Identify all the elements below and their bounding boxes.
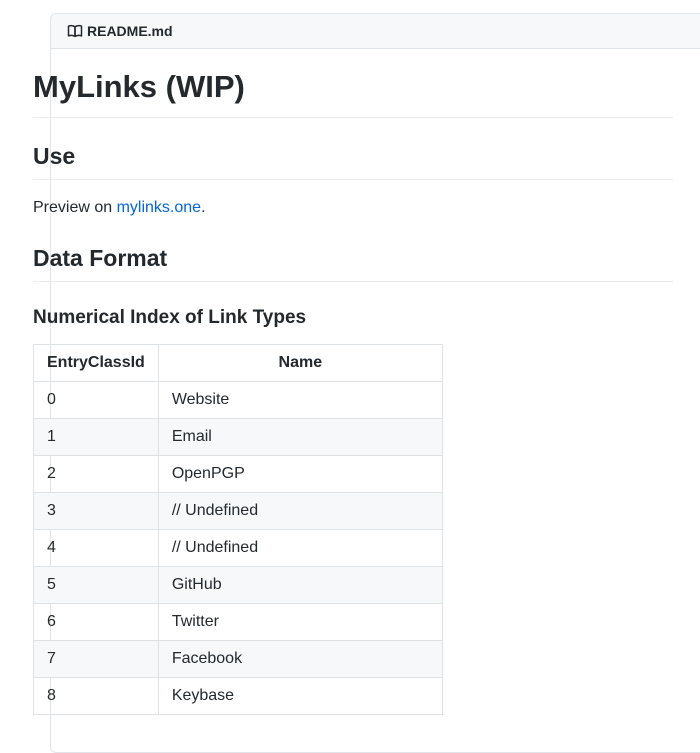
page-title: MyLinks (WIP): [33, 35, 673, 118]
entry-class-id-cell: 4: [33, 529, 159, 567]
table-row: 6 Twitter: [33, 603, 443, 641]
name-cell: Email: [157, 418, 443, 456]
preview-paragraph: Preview on mylinks.one.: [33, 196, 673, 220]
use-heading: Use: [33, 118, 673, 180]
mylinks-link[interactable]: mylinks.one: [117, 199, 201, 216]
name-cell: Twitter: [157, 603, 443, 641]
name-cell: // Undefined: [157, 529, 443, 567]
table-row: 0 Website: [33, 381, 443, 419]
entry-class-id-cell: 3: [33, 492, 159, 530]
entry-class-id-cell: 0: [33, 381, 159, 419]
link-types-table: EntryClassId Name 0 Website 1 Email 2 OpenP…: [33, 344, 443, 715]
name-cell: Website: [157, 381, 443, 419]
name-cell: Keybase: [157, 677, 443, 715]
entry-class-id-header: EntryClassId: [33, 344, 159, 382]
preview-suffix: .: [201, 199, 206, 216]
entry-class-id-cell: 6: [33, 603, 159, 641]
name-cell: // Undefined: [157, 492, 443, 530]
readme-content: MyLinks (WIP) Use Preview on mylinks.one…: [33, 35, 673, 715]
name-cell: OpenPGP: [157, 455, 443, 493]
table-row: 4// Undefined: [33, 529, 443, 567]
preview-text: Preview on: [33, 199, 117, 216]
table-row: 5 GitHub: [33, 566, 443, 604]
entry-class-id-cell: 7: [33, 640, 159, 678]
name-cell: GitHub: [157, 566, 443, 604]
entry-class-id-cell: 1: [33, 418, 159, 456]
table-row: 2 OpenPGP: [33, 455, 443, 493]
entry-class-id-cell: 2: [33, 455, 159, 493]
table-row: 3// Undefined: [33, 492, 443, 530]
data-format-heading: Data Format: [33, 220, 673, 282]
table-header-row: EntryClassId Name: [33, 344, 443, 382]
table-row: 7 Facebook: [33, 640, 443, 678]
name-cell: Facebook: [157, 640, 443, 678]
entry-class-id-cell: 8: [33, 677, 159, 715]
name-header: Name: [157, 344, 443, 382]
entry-class-id-cell: 5: [33, 566, 159, 604]
table-row: 1 Email: [33, 418, 443, 456]
link-types-heading: Numerical Index of Link Types: [33, 307, 307, 328]
table-row: 8 Keybase: [33, 677, 443, 715]
